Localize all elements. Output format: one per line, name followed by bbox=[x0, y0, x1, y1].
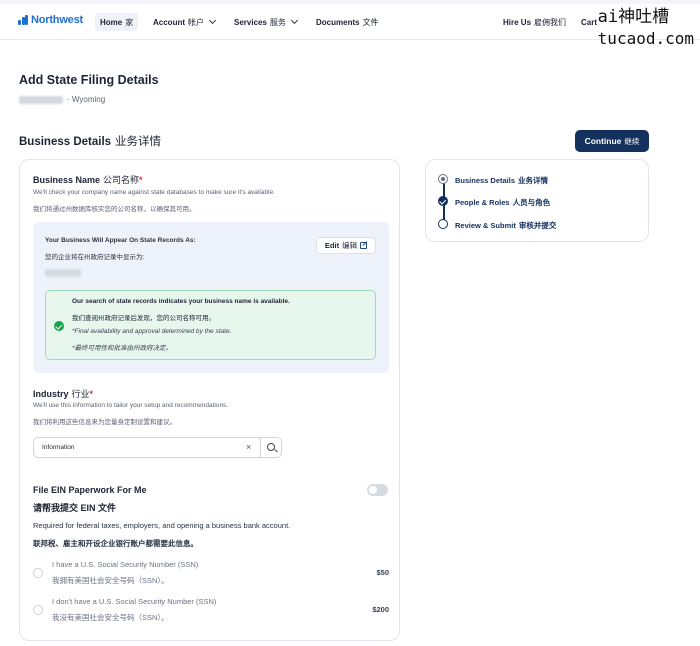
redacted-name bbox=[19, 95, 63, 104]
logo[interactable]: Northwest bbox=[18, 14, 83, 26]
edit-icon bbox=[360, 242, 368, 249]
nav-home-label: Home bbox=[100, 17, 123, 27]
disclaimer-zh: *最终可用性和批准由州政府决定。 bbox=[72, 345, 173, 352]
ein-option-ssn[interactable]: I have a U.S. Social Security Number (SS… bbox=[33, 560, 389, 590]
ein-label: File EIN Paperwork For Me bbox=[33, 485, 147, 495]
step-label: Business Details bbox=[455, 176, 516, 185]
disclaimer: *Final availability and approval determi… bbox=[72, 328, 232, 335]
step-business-details[interactable]: Business Details 业务详情 bbox=[455, 175, 548, 186]
industry-label-zh: 行业 bbox=[71, 389, 90, 399]
nav-account-label-zh: 帐户 bbox=[188, 17, 204, 27]
required-mark: * bbox=[89, 389, 94, 399]
nav-account[interactable]: Account 帐户 bbox=[148, 13, 220, 31]
required-mark: * bbox=[139, 175, 143, 185]
industry-desc-zh: 我们将利用这些信息来为您量身定制设置和建议。 bbox=[33, 419, 176, 426]
record-title-zh: 您的企业将在州政府记录中显示为: bbox=[45, 254, 145, 261]
edit-label: Edit bbox=[324, 241, 340, 250]
step-label-zh: 人员与角色 bbox=[512, 198, 551, 207]
industry-select[interactable]: Information × bbox=[33, 437, 282, 458]
ein-label-zh: 请帮我提交 EIN 文件 bbox=[33, 503, 117, 513]
industry-value: Information bbox=[42, 444, 75, 451]
ein-desc-zh: 联邦税、雇主和开设企业银行账户都需要此信息。 bbox=[33, 539, 198, 548]
nav-documents-label-zh: 文件 bbox=[362, 17, 379, 27]
availability-success-box: Our search of state records indicates yo… bbox=[45, 290, 376, 360]
redacted-business-name bbox=[45, 269, 81, 279]
step-current-icon bbox=[438, 174, 448, 184]
business-name-label-zh: 公司名称 bbox=[103, 175, 140, 185]
watermark: ai神吐槽 tucaod.com bbox=[598, 6, 694, 50]
logo-icon bbox=[18, 15, 28, 25]
success-message-zh: 我们查阅州政府记录后发现，您的公司名称可用。 bbox=[72, 315, 215, 322]
nav-hire-us-label-zh: 雇佣我们 bbox=[534, 17, 567, 27]
clear-icon[interactable]: × bbox=[246, 442, 251, 452]
divider bbox=[260, 438, 261, 457]
step-label-zh: 业务详情 bbox=[518, 176, 549, 185]
chevron-down-icon bbox=[290, 16, 298, 25]
edit-label-zh: 编辑 bbox=[342, 241, 358, 250]
page-title: Add State Filing Details bbox=[19, 73, 159, 87]
step-label: People & Roles bbox=[455, 198, 510, 207]
search-icon[interactable] bbox=[267, 443, 275, 451]
step-done-check-icon bbox=[438, 196, 448, 206]
watermark-line2: tucaod.com bbox=[597, 29, 694, 48]
section-title: Business Details 业务详情 bbox=[19, 133, 161, 149]
nav-hire-us-label: Hire Us bbox=[503, 17, 532, 27]
step-label-zh: 审核并提交 bbox=[518, 221, 557, 230]
continue-label: Continue bbox=[584, 136, 622, 146]
option-price: $200 bbox=[372, 605, 389, 614]
step-review-submit[interactable]: Review & Submit 审核并提交 bbox=[455, 220, 556, 231]
ein-desc: Required for federal taxes, employers, a… bbox=[33, 521, 291, 530]
step-label: Review & Submit bbox=[455, 221, 516, 230]
ein-option-no-ssn[interactable]: I don't have a U.S. Social Security Numb… bbox=[33, 597, 389, 627]
business-name-label: Business Name 公司名称* bbox=[33, 173, 143, 186]
nav-services[interactable]: Services 服务 bbox=[229, 13, 302, 31]
nav-home-label-zh: 家 bbox=[125, 17, 134, 27]
option-label: I don't have a U.S. Social Security Numb… bbox=[52, 597, 217, 606]
option-price: $50 bbox=[376, 568, 389, 577]
radio-button[interactable] bbox=[33, 568, 43, 578]
business-details-card: Business Name 公司名称* We'll check your comp… bbox=[19, 159, 400, 641]
step-people-roles[interactable]: People & Roles 人员与角色 bbox=[455, 197, 550, 208]
state-record-preview: Your Business Will Appear On State Recor… bbox=[33, 222, 389, 373]
ein-toggle[interactable] bbox=[367, 484, 388, 496]
business-name-desc: We'll check your company name against st… bbox=[33, 189, 275, 196]
nav-documents-label: Documents bbox=[316, 17, 360, 27]
nav-documents[interactable]: Documents 文件 bbox=[311, 13, 384, 31]
industry-label: Industry 行业* bbox=[33, 387, 93, 400]
success-message: Our search of state records indicates yo… bbox=[72, 298, 290, 305]
option-label: I have a U.S. Social Security Number (SS… bbox=[52, 560, 199, 569]
continue-button[interactable]: Continue 继续 bbox=[575, 130, 649, 152]
section-title-en: Business Details bbox=[19, 136, 112, 148]
nav-account-label: Account bbox=[153, 17, 185, 27]
nav-cart-label: Cart bbox=[581, 17, 598, 27]
option-label-zh: 我没有美国社会安全号码（SSN）。 bbox=[52, 613, 169, 622]
breadcrumb: · Wyoming bbox=[19, 95, 105, 104]
step-todo-icon bbox=[438, 219, 448, 229]
continue-label-zh: 继续 bbox=[624, 136, 640, 146]
business-name-desc-zh: 我们将通过州数据库核实您的公司名称，以确保其可用。 bbox=[33, 206, 196, 213]
nav-hire-us[interactable]: Hire Us 雇佣我们 bbox=[498, 13, 571, 31]
industry-desc: We'll use this information to tailor you… bbox=[33, 402, 229, 409]
radio-button[interactable] bbox=[33, 605, 43, 615]
nav-home[interactable]: Home 家 bbox=[95, 13, 139, 31]
edit-button[interactable]: Edit 编辑 bbox=[316, 237, 376, 254]
watermark-line1: ai神吐槽 bbox=[597, 7, 670, 27]
nav-services-label-zh: 服务 bbox=[269, 17, 286, 27]
section-title-zh: 业务详情 bbox=[115, 136, 162, 148]
business-name-label-en: Business Name bbox=[33, 175, 101, 185]
top-strip bbox=[0, 0, 700, 4]
state-label: · Wyoming bbox=[67, 95, 106, 104]
chevron-down-icon bbox=[208, 16, 217, 25]
check-circle-icon bbox=[54, 321, 64, 331]
option-label-zh: 我拥有美国社会安全号码（SSN）。 bbox=[52, 576, 169, 585]
record-title: Your Business Will Appear On State Recor… bbox=[45, 237, 196, 244]
progress-stepper: Business Details 业务详情 People & Roles 人员与角色… bbox=[425, 159, 649, 242]
industry-label-en: Industry bbox=[33, 389, 69, 399]
logo-text: Northwest bbox=[31, 14, 83, 26]
nav-services-label: Services bbox=[234, 17, 267, 27]
top-navbar: Northwest Home 家 Account 帐户 Services 服务 … bbox=[0, 0, 700, 40]
